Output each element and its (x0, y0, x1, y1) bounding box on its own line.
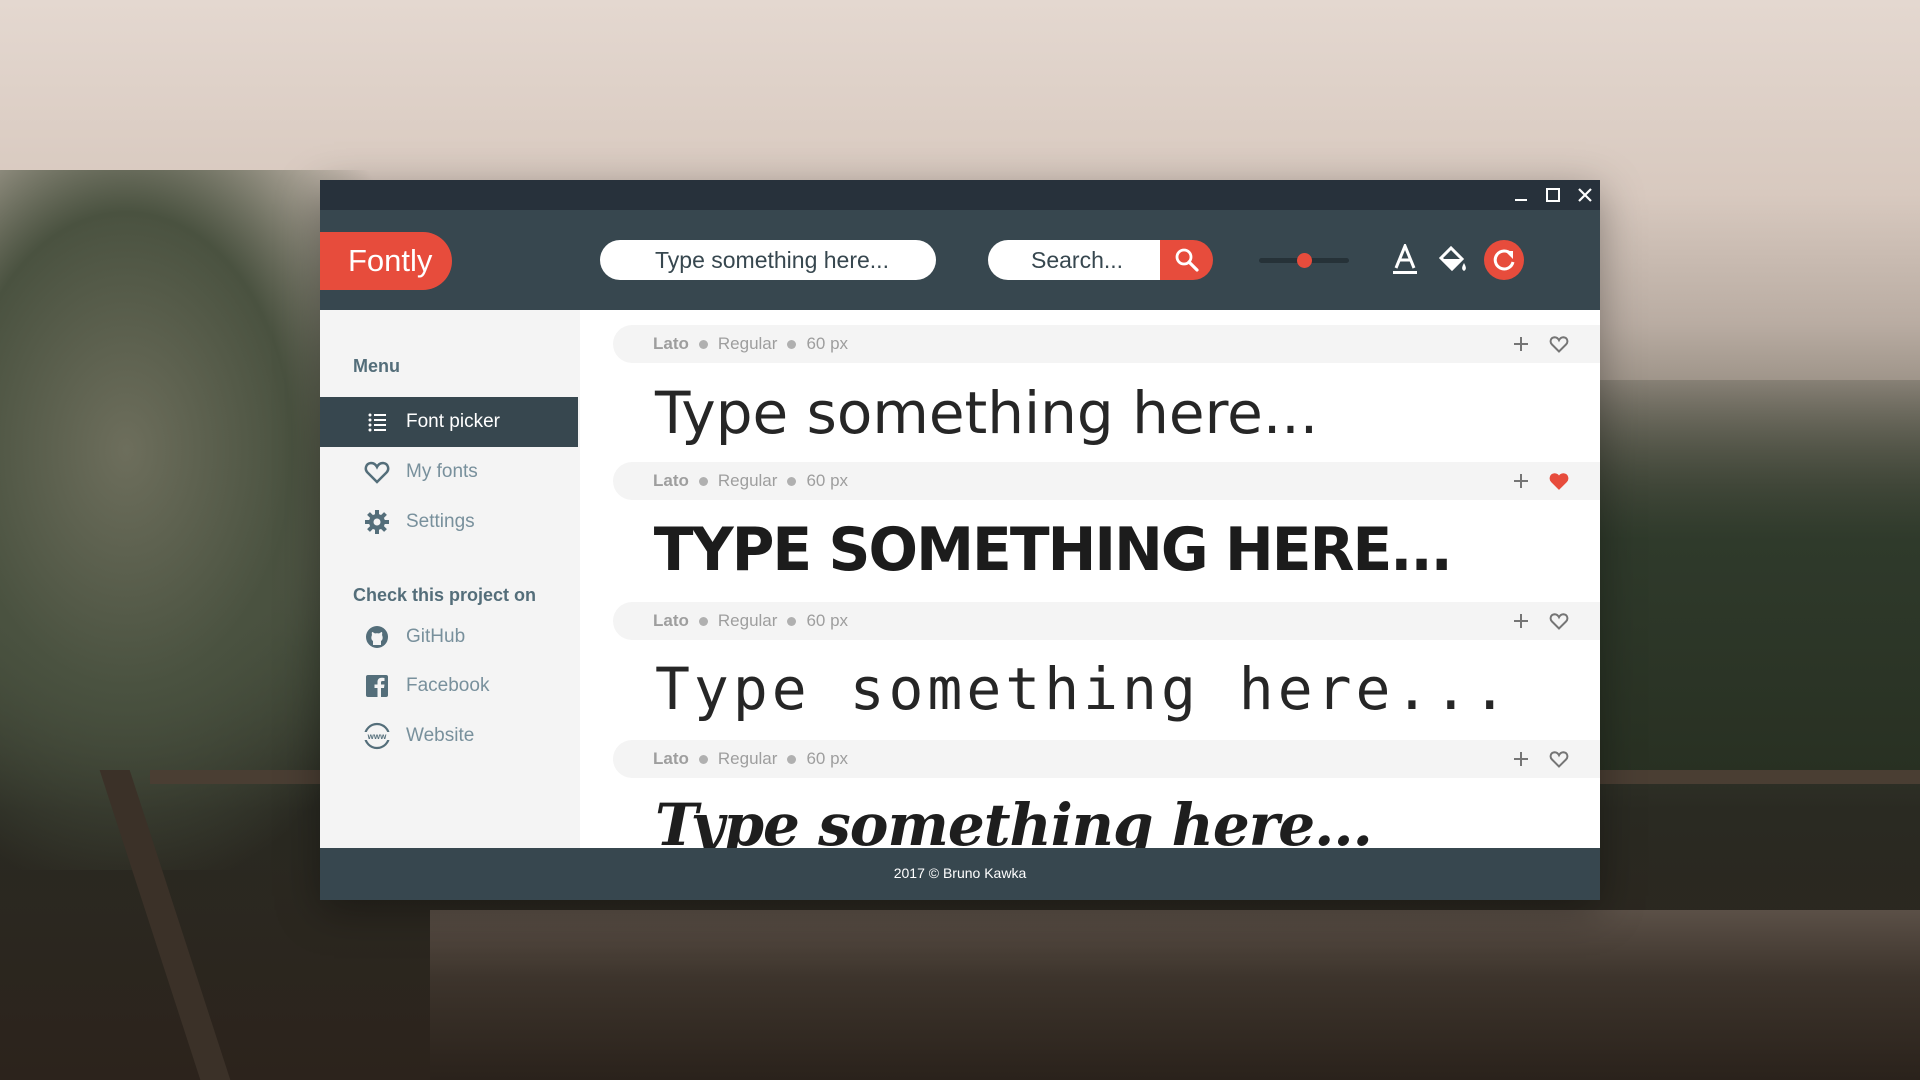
font-style: Regular (717, 334, 778, 353)
sidebar-link-label: Website (406, 725, 475, 746)
paint-bucket-icon[interactable] (1433, 240, 1473, 280)
sidebar: Menu Font picker My fonts Settings Check… (320, 310, 580, 848)
text-color-icon[interactable] (1385, 240, 1425, 280)
font-meta-bar: Lato Regular 60 px (613, 602, 1600, 640)
font-actions (1510, 325, 1570, 363)
background-trees (1590, 380, 1920, 780)
separator-dot (787, 339, 797, 349)
sidebar-item-label: My fonts (406, 461, 478, 482)
font-card: Lato Regular 60 px Type something here..… (613, 325, 1600, 463)
font-list: Lato Regular 60 px Type something here..… (580, 310, 1600, 848)
font-card: Lato Regular 60 px Type something here..… (613, 462, 1600, 600)
sidebar-link-github[interactable]: GitHub (320, 612, 578, 662)
menu-title: Menu (353, 356, 400, 376)
maximize-icon[interactable] (1538, 180, 1568, 210)
font-family: Lato (653, 334, 689, 353)
add-icon[interactable] (1510, 333, 1532, 355)
facebook-icon (362, 671, 392, 701)
font-family: Lato (653, 749, 689, 768)
font-sample: Type something here... (655, 791, 1373, 848)
font-style: Regular (717, 749, 778, 768)
separator-dot (698, 339, 708, 349)
sidebar-item-label: Font picker (406, 411, 500, 432)
font-actions (1510, 740, 1570, 778)
title-bar (320, 180, 1600, 210)
github-icon (362, 622, 392, 652)
separator-dot (698, 616, 708, 626)
check-project-title: Check this project on (353, 585, 537, 605)
sidebar-link-facebook[interactable]: Facebook (320, 661, 578, 711)
top-bar: Fontly (320, 210, 1600, 310)
heart-icon[interactable] (1548, 610, 1570, 632)
svg-text:www: www (367, 732, 387, 741)
font-family: Lato (653, 611, 689, 630)
slider-thumb[interactable] (1296, 253, 1312, 268)
font-card: Lato Regular 60 px Type something here..… (613, 740, 1600, 848)
sidebar-item-font-picker[interactable]: Font picker (320, 397, 578, 447)
font-actions (1510, 462, 1570, 500)
search-button[interactable] (1160, 240, 1213, 280)
separator-dot (787, 476, 797, 486)
font-style: Regular (717, 611, 778, 630)
font-family: Lato (653, 471, 689, 490)
sidebar-item-label: Settings (406, 511, 475, 532)
sidebar-link-website[interactable]: www Website (320, 711, 578, 761)
search-input[interactable] (988, 240, 1188, 280)
separator-dot (787, 754, 797, 764)
font-sample: Type something here... (655, 655, 1512, 723)
sidebar-item-settings[interactable]: Settings (320, 497, 578, 547)
app-window: Fontly Type something here... Search... … (320, 180, 1600, 900)
refresh-icon[interactable] (1484, 240, 1524, 280)
font-size: 60 px (806, 334, 849, 353)
add-icon[interactable] (1510, 470, 1532, 492)
add-icon[interactable] (1510, 610, 1532, 632)
font-sample: Type something here... (655, 379, 1319, 447)
search-icon (1175, 248, 1199, 272)
font-size: 60 px (806, 611, 849, 630)
gear-icon (362, 507, 392, 537)
font-size-slider[interactable] (1259, 250, 1349, 270)
background-deck (430, 910, 1920, 1080)
font-actions (1510, 602, 1570, 640)
heart-icon[interactable] (1548, 333, 1570, 355)
font-card: Lato Regular 60 px Type something here..… (613, 602, 1600, 738)
list-icon (362, 407, 392, 437)
sidebar-link-label: GitHub (406, 626, 466, 647)
heart-icon (362, 457, 392, 487)
sidebar-item-my-fonts[interactable]: My fonts (320, 447, 578, 497)
separator-dot (787, 616, 797, 626)
preview-text-input[interactable] (600, 240, 936, 280)
heart-icon[interactable] (1548, 748, 1570, 770)
sidebar-link-label: Facebook (406, 675, 490, 696)
font-size: 60 px (806, 471, 849, 490)
heart-filled-icon[interactable] (1548, 470, 1570, 492)
minimize-icon[interactable] (1506, 180, 1536, 210)
separator-dot (698, 476, 708, 486)
separator-dot (698, 754, 708, 764)
font-size: 60 px (806, 749, 849, 768)
add-icon[interactable] (1510, 748, 1532, 770)
font-meta-bar: Lato Regular 60 px (613, 462, 1600, 500)
search-box (988, 240, 1213, 280)
footer: 2017 © Bruno Kawka (320, 848, 1600, 900)
font-meta-bar: Lato Regular 60 px (613, 740, 1600, 778)
www-icon: www (362, 721, 392, 751)
font-meta-bar: Lato Regular 60 px (613, 325, 1600, 363)
font-style: Regular (717, 471, 778, 490)
app-logo[interactable]: Fontly (320, 232, 452, 290)
close-icon[interactable] (1570, 180, 1600, 210)
font-sample: Type something here... (653, 515, 1453, 585)
